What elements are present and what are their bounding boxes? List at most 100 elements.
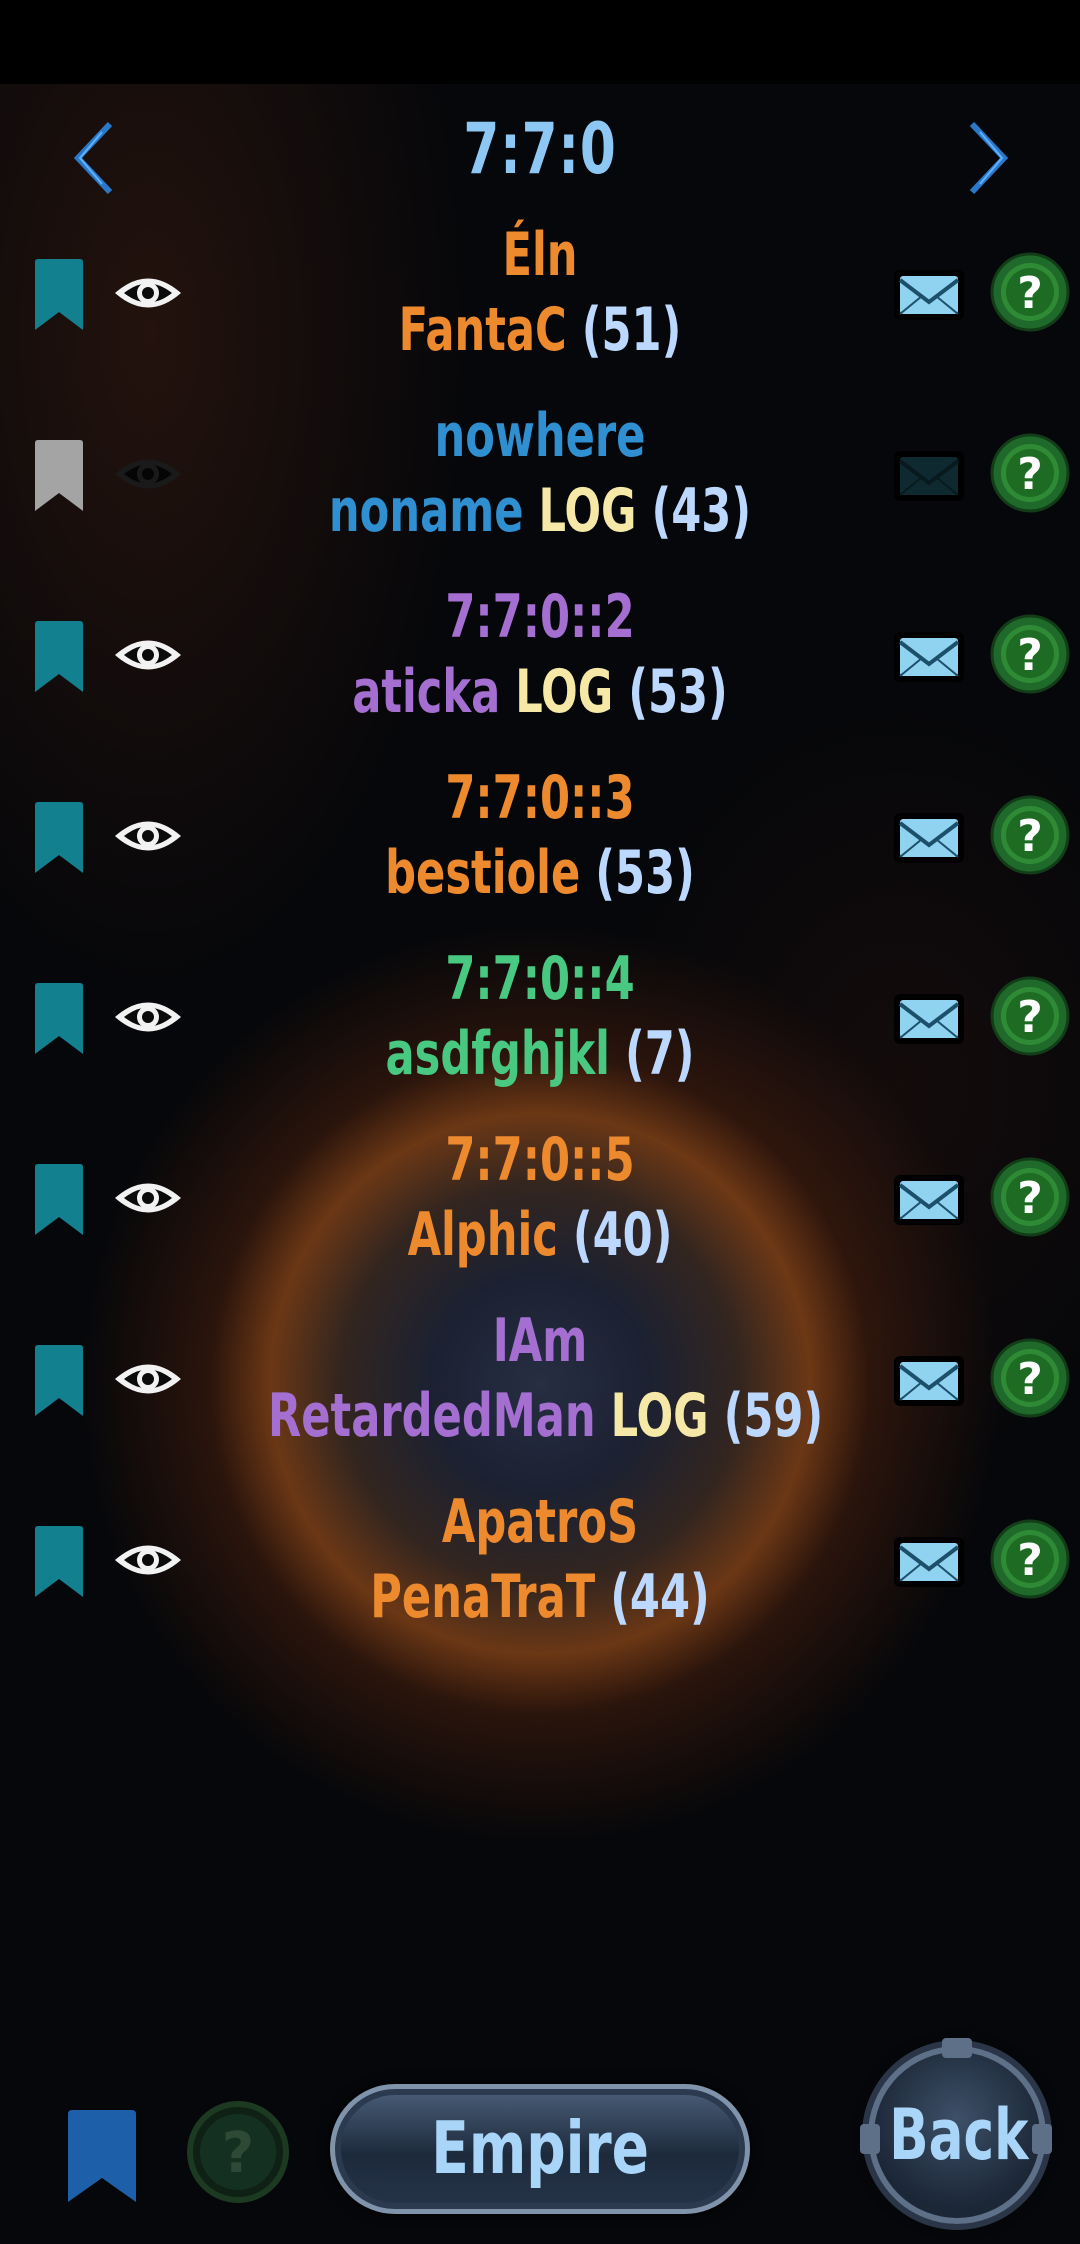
eye-icon[interactable] — [112, 994, 184, 1040]
help-icon[interactable]: ? — [990, 1338, 1070, 1418]
player-name: aticka — [352, 657, 516, 727]
player-name: PenaTraT — [370, 1562, 611, 1632]
player-location: 7:7:0::4 — [445, 944, 635, 1014]
player-name: bestiole — [385, 838, 596, 908]
empire-button-label: Empire — [431, 2106, 649, 2190]
help-icon[interactable]: ? — [990, 614, 1070, 694]
player-location: 7:7:0::2 — [445, 582, 635, 652]
bookmark-icon[interactable] — [32, 439, 86, 513]
back-button-knob — [860, 2124, 880, 2154]
eye-icon[interactable] — [112, 1356, 184, 1402]
svg-text:?: ? — [1017, 992, 1043, 1043]
log-tag: LOG — [515, 657, 629, 727]
player-info[interactable]: 7:7:0::5 Alphic (40) — [200, 1123, 880, 1273]
bookmark-icon[interactable] — [32, 620, 86, 694]
player-name-line: PenaTraT (44) — [268, 1560, 812, 1635]
eye-icon[interactable] — [112, 451, 184, 497]
bookmark-icon[interactable] — [32, 1344, 86, 1418]
eye-icon[interactable] — [112, 1175, 184, 1221]
player-name-line: asdfghjkl (7) — [268, 1017, 812, 1092]
player-row: 7:7:0::2 aticka LOG (53) ? — [0, 580, 1080, 750]
bookmark-icon[interactable] — [32, 258, 86, 332]
mail-icon[interactable] — [892, 1173, 966, 1227]
help-icon[interactable]: ? — [990, 1519, 1070, 1599]
svg-text:?: ? — [1017, 811, 1043, 862]
player-info[interactable]: 7:7:0::3 bestiole (53) — [200, 761, 880, 911]
back-button[interactable]: Back — [860, 2038, 1052, 2224]
svg-text:?: ? — [1017, 268, 1043, 319]
player-name: Alphic — [407, 1200, 573, 1270]
player-name-line: RetardedMan LOG (59) — [268, 1379, 823, 1454]
bookmark-icon[interactable] — [32, 1525, 86, 1599]
help-icon[interactable]: ? — [990, 252, 1070, 332]
empire-button[interactable]: Empire — [330, 2084, 750, 2214]
player-location: IAm — [492, 1306, 588, 1376]
back-button-knob — [1032, 2124, 1052, 2154]
mail-icon[interactable] — [892, 1354, 966, 1408]
player-name: FantaC — [398, 295, 582, 365]
player-row: IAm RetardedMan LOG (59) ? — [0, 1304, 1080, 1474]
player-name: noname — [328, 476, 539, 546]
mail-icon[interactable] — [892, 268, 966, 322]
help-icon[interactable]: ? — [990, 1157, 1070, 1237]
mail-icon[interactable] — [892, 1535, 966, 1589]
player-level: (7) — [624, 1019, 695, 1089]
player-row: 7:7:0::5 Alphic (40) ? — [0, 1123, 1080, 1293]
help-icon[interactable]: ? — [990, 795, 1070, 875]
mail-icon[interactable] — [892, 630, 966, 684]
bookmark-icon[interactable] — [32, 1163, 86, 1237]
bookmark-icon[interactable] — [32, 982, 86, 1056]
player-name: RetardedMan — [268, 1381, 611, 1451]
log-tag: LOG — [610, 1381, 724, 1451]
page-title: 7:7:0 — [463, 108, 617, 190]
player-info[interactable]: 7:7:0::4 asdfghjkl (7) — [200, 942, 880, 1092]
help-icon[interactable]: ? — [990, 976, 1070, 1056]
player-location: ApatroS — [441, 1487, 639, 1557]
player-level: (43) — [651, 476, 752, 546]
mail-icon[interactable] — [892, 992, 966, 1046]
status-bar — [0, 0, 1080, 84]
mail-icon[interactable] — [892, 449, 966, 503]
help-icon[interactable]: ? — [186, 2100, 290, 2204]
eye-icon[interactable] — [112, 632, 184, 678]
log-tag: LOG — [538, 476, 652, 546]
player-row: 7:7:0::3 bestiole (53) ? — [0, 761, 1080, 931]
player-name: asdfghjkl — [385, 1019, 625, 1089]
eye-icon[interactable] — [112, 270, 184, 316]
player-location: nowhere — [434, 401, 646, 471]
player-info[interactable]: IAm RetardedMan LOG (59) — [200, 1304, 880, 1454]
player-info[interactable]: nowhere noname LOG (43) — [200, 399, 880, 549]
player-level: (44) — [610, 1562, 710, 1632]
player-level: (51) — [581, 295, 682, 365]
player-name-line: bestiole (53) — [268, 836, 812, 911]
svg-text:?: ? — [222, 2121, 254, 2186]
player-level: (40) — [572, 1200, 673, 1270]
svg-text:?: ? — [1017, 449, 1043, 500]
player-name-line: aticka LOG (53) — [268, 655, 812, 730]
player-info[interactable]: Éln FantaC (51) — [200, 218, 880, 368]
player-name-line: noname LOG (43) — [268, 474, 812, 549]
player-location: Éln — [502, 220, 578, 290]
player-level: (59) — [723, 1381, 824, 1451]
back-button-label: Back — [889, 2094, 1029, 2176]
player-row: Éln FantaC (51) ? — [0, 218, 1080, 388]
eye-icon[interactable] — [112, 1537, 184, 1583]
player-location: 7:7:0::5 — [445, 1125, 635, 1195]
svg-text:?: ? — [1017, 1535, 1043, 1586]
next-arrow-icon[interactable] — [956, 118, 1016, 198]
player-row: nowhere noname LOG (43) ? — [0, 399, 1080, 569]
bookmark-icon[interactable] — [64, 2108, 140, 2204]
player-level: (53) — [628, 657, 728, 727]
player-location: 7:7:0::3 — [445, 763, 635, 833]
help-icon[interactable]: ? — [990, 433, 1070, 513]
mail-icon[interactable] — [892, 811, 966, 865]
player-info[interactable]: ApatroS PenaTraT (44) — [200, 1485, 880, 1635]
eye-icon[interactable] — [112, 813, 184, 859]
bookmark-icon[interactable] — [32, 801, 86, 875]
player-row: ApatroS PenaTraT (44) ? — [0, 1485, 1080, 1655]
player-row: 7:7:0::4 asdfghjkl (7) ? — [0, 942, 1080, 1112]
svg-text:?: ? — [1017, 1354, 1043, 1405]
svg-text:?: ? — [1017, 630, 1043, 681]
player-info[interactable]: 7:7:0::2 aticka LOG (53) — [200, 580, 880, 730]
player-name-line: FantaC (51) — [268, 293, 812, 368]
